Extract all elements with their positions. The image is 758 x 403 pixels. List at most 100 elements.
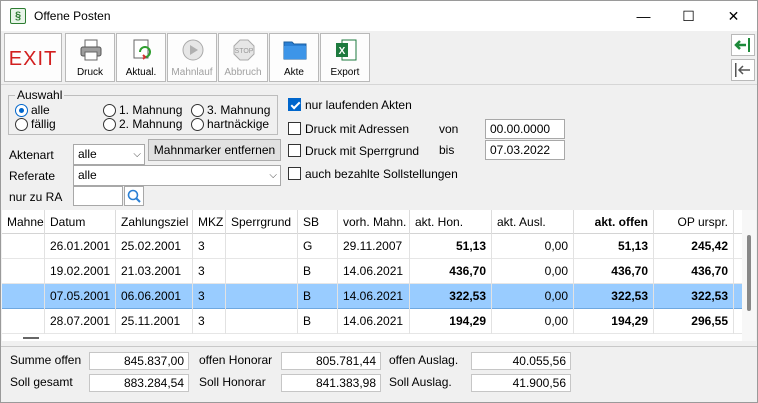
radio-alle[interactable]: alle [15, 103, 50, 117]
printer-icon [80, 39, 102, 61]
maximize-button[interactable]: ☐ [666, 1, 711, 31]
export-button[interactable]: X Export [320, 33, 370, 82]
cell-op-urspr: 436,70 [654, 259, 734, 284]
column-header-datum[interactable]: Datum [45, 210, 116, 234]
mahnmarker-entfernen-button[interactable]: Mahnmarker entfernen [148, 139, 281, 161]
cell-mahnen [2, 309, 45, 334]
svg-text:STOP: STOP [235, 48, 254, 55]
radio-faellig-label: fällig [31, 117, 56, 131]
cell-sperrgrund [226, 259, 298, 284]
column-header-mkz[interactable]: MKZ [193, 210, 226, 234]
abbruch-label: Abbruch [224, 67, 262, 78]
cell-akt-offen: 194,29 [574, 309, 654, 334]
mahnlauf-label: Mahnlauf [171, 67, 213, 78]
cell-vorh-mahn: 14.06.2021 [338, 284, 410, 309]
checkbox-nur-laufende-akten[interactable]: nur laufenden Akten [288, 97, 412, 112]
cell-datum: 28.07.2001 [45, 309, 116, 334]
vertical-scrollbar[interactable] [742, 210, 756, 341]
cell-zahlungsziel: 06.06.2001 [116, 284, 193, 309]
radio-3-mahnung[interactable]: 3. Mahnung [191, 103, 270, 117]
offen-honorar-label: offen Honorar [199, 353, 273, 367]
cell-vorh-mahn: 14.06.2021 [338, 259, 410, 284]
column-header-sb[interactable]: SB [298, 210, 338, 234]
folder-icon [283, 41, 307, 60]
radio-1-mahnung[interactable]: 1. Mahnung [103, 103, 182, 117]
aktenart-value: alle [78, 147, 97, 161]
dock-right-button[interactable] [731, 34, 755, 56]
cell-sb: G [298, 234, 338, 259]
title-bar: § Offene Posten — ☐ ✕ [1, 1, 757, 31]
summe-offen-label: Summe offen [10, 353, 82, 367]
search-button[interactable] [124, 186, 144, 206]
close-button[interactable]: ✕ [711, 1, 756, 31]
cell-mkz: 3 [193, 309, 226, 334]
aktenart-label: Aktenart [9, 148, 54, 162]
checkbox-druck-mit-sperrgrund-label: Druck mit Sperrgrund [305, 143, 420, 158]
offene-posten-window: § Offene Posten — ☐ ✕ EXIT Druck Aktual. [0, 0, 758, 403]
cell-sperrgrund [226, 309, 298, 334]
radio-faellig[interactable]: fällig [15, 117, 56, 131]
column-header-vorh-mahn[interactable]: vorh. Mahn. [338, 210, 410, 234]
druck-label: Druck [76, 67, 104, 78]
checkbox-druck-mit-sperrgrund[interactable]: Druck mit Sperrgrund [288, 143, 419, 158]
vertical-scrollbar-thumb[interactable] [747, 235, 751, 311]
cell-zahlungsziel: 21.03.2001 [116, 259, 193, 284]
chevron-down-icon: ⌵ [133, 149, 141, 160]
table-row[interactable]: 28.07.2001 25.11.2001 3 B 14.06.2021 194… [2, 309, 742, 334]
abbruch-button[interactable]: STOP Abbruch [218, 33, 268, 82]
table-row[interactable]: 26.01.2001 25.02.2001 3 G 29.11.2007 51,… [2, 234, 742, 259]
von-date-input[interactable]: 00.00.0000 [485, 119, 565, 139]
cell-akt-offen: 322,53 [574, 284, 654, 309]
referate-label: Referate [9, 169, 56, 183]
referate-select[interactable]: alle ⌵ [73, 165, 281, 186]
bis-date-input[interactable]: 07.03.2022 [485, 140, 565, 160]
stop-icon: STOP [233, 39, 255, 61]
column-header-akt-hon[interactable]: akt. Hon. [410, 210, 492, 234]
mahnlauf-button[interactable]: Mahnlauf [167, 33, 217, 82]
excel-icon: X [336, 39, 357, 61]
radio-alle-circle [15, 103, 28, 117]
radio-hartnaeckige[interactable]: hartnäckige [191, 117, 269, 131]
checkbox-auch-bezahlte-label: auch bezahlte Sollstellungen [305, 166, 458, 181]
aktenart-select[interactable]: alle ⌵ [73, 144, 145, 165]
cell-mahnen [2, 259, 45, 284]
checkbox-druck-mit-adressen[interactable]: Druck mit Adressen [288, 121, 409, 136]
column-header-sperrgrund[interactable]: Sperrgrund [226, 210, 298, 234]
radio-faellig-circle [15, 117, 28, 131]
cell-sb: B [298, 309, 338, 334]
checkbox-auch-bezahlte[interactable]: auch bezahlte Sollstellungen [288, 166, 458, 181]
table-row[interactable]: 19.02.2001 21.03.2001 3 B 14.06.2021 436… [2, 259, 742, 284]
aktualisieren-label: Aktual. [125, 67, 157, 78]
cell-sb: B [298, 259, 338, 284]
radio-hartnaeckige-circle [191, 117, 204, 131]
akte-button[interactable]: Akte [269, 33, 319, 82]
column-header-mahnen[interactable]: Mahnen [2, 210, 45, 234]
refresh-document-icon [133, 39, 151, 60]
nur-zu-ra-input[interactable] [73, 186, 123, 206]
radio-3-mahnung-label: 3. Mahnung [207, 103, 271, 117]
column-header-op-urspr[interactable]: OP urspr. [654, 210, 734, 234]
minimize-button[interactable]: — [621, 1, 666, 31]
radio-2-mahnung[interactable]: 2. Mahnung [103, 117, 182, 131]
aktualisieren-button[interactable]: Aktual. [116, 33, 166, 82]
cell-zahlungsziel: 25.11.2001 [116, 309, 193, 334]
column-header-zahlungsziel[interactable]: Zahlungsziel [116, 210, 193, 234]
window-title: Offene Posten [34, 9, 111, 23]
arrow-left-into-bar-icon [734, 38, 750, 52]
table-row-selected[interactable]: 07.05.2001 06.06.2001 3 B 14.06.2021 322… [2, 284, 742, 309]
play-icon [182, 39, 204, 61]
column-header-akt-ausl[interactable]: akt. Ausl. [492, 210, 574, 234]
radio-1-mahnung-circle [103, 103, 116, 117]
collapse-panel-button[interactable] [731, 59, 755, 81]
cell-akt-ausl: 0,00 [492, 259, 574, 284]
druck-button[interactable]: Druck [65, 33, 115, 82]
column-header-akt-offen[interactable]: akt. offen [574, 210, 654, 234]
horizontal-scrollbar-thumb[interactable] [23, 337, 39, 339]
offene-posten-table: Mahnen Datum Zahlungsziel MKZ Sperrgrund… [2, 210, 756, 341]
cell-zahlungsziel: 25.02.2001 [116, 234, 193, 259]
cell-akt-ausl: 0,00 [492, 234, 574, 259]
radio-2-mahnung-circle [103, 117, 116, 131]
exit-button[interactable]: EXIT [4, 33, 62, 82]
offen-auslag-label: offen Auslag. [389, 353, 459, 367]
checkbox-auch-bezahlte-box [288, 167, 301, 180]
